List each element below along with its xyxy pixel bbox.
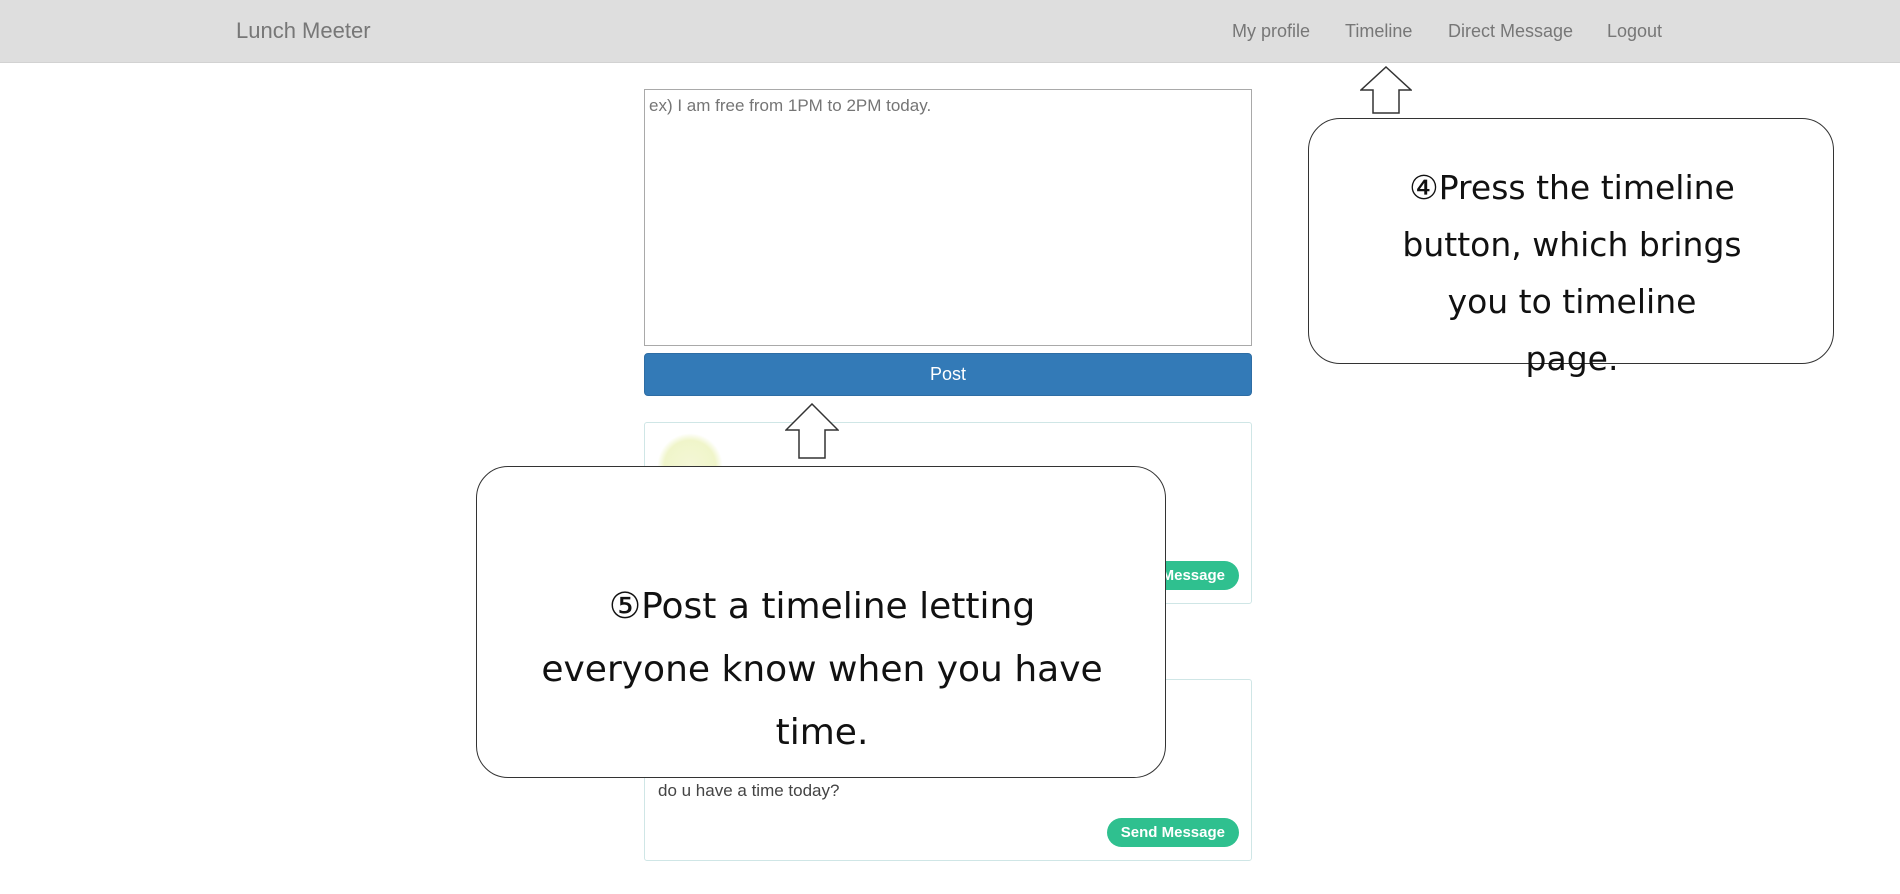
callout-step-4-text: ④Press the timeline button, which brings… — [1402, 168, 1742, 378]
nav-direct-message[interactable]: Direct Message — [1448, 21, 1573, 42]
brand-logo[interactable]: Lunch Meeter — [236, 18, 371, 44]
up-arrow-icon — [785, 403, 839, 459]
post-input[interactable] — [644, 89, 1252, 346]
navbar: Lunch Meeter My profile Timeline Direct … — [0, 0, 1900, 63]
up-arrow-icon — [1360, 66, 1412, 114]
post-text: do u have a time today? — [658, 781, 840, 800]
callout-step-5: ⑤Post a timeline letting everyone know w… — [476, 466, 1166, 778]
callout-step-4: ④Press the timeline button, which brings… — [1308, 118, 1834, 378]
post-button[interactable]: Post — [644, 353, 1252, 396]
send-message-button[interactable]: Send Message — [1106, 818, 1239, 847]
nav-my-profile[interactable]: My profile — [1232, 21, 1310, 42]
callout-step-5-text: ⑤Post a timeline letting everyone know w… — [541, 586, 1115, 753]
nav-logout[interactable]: Logout — [1607, 21, 1662, 42]
nav-timeline[interactable]: Timeline — [1345, 21, 1412, 42]
